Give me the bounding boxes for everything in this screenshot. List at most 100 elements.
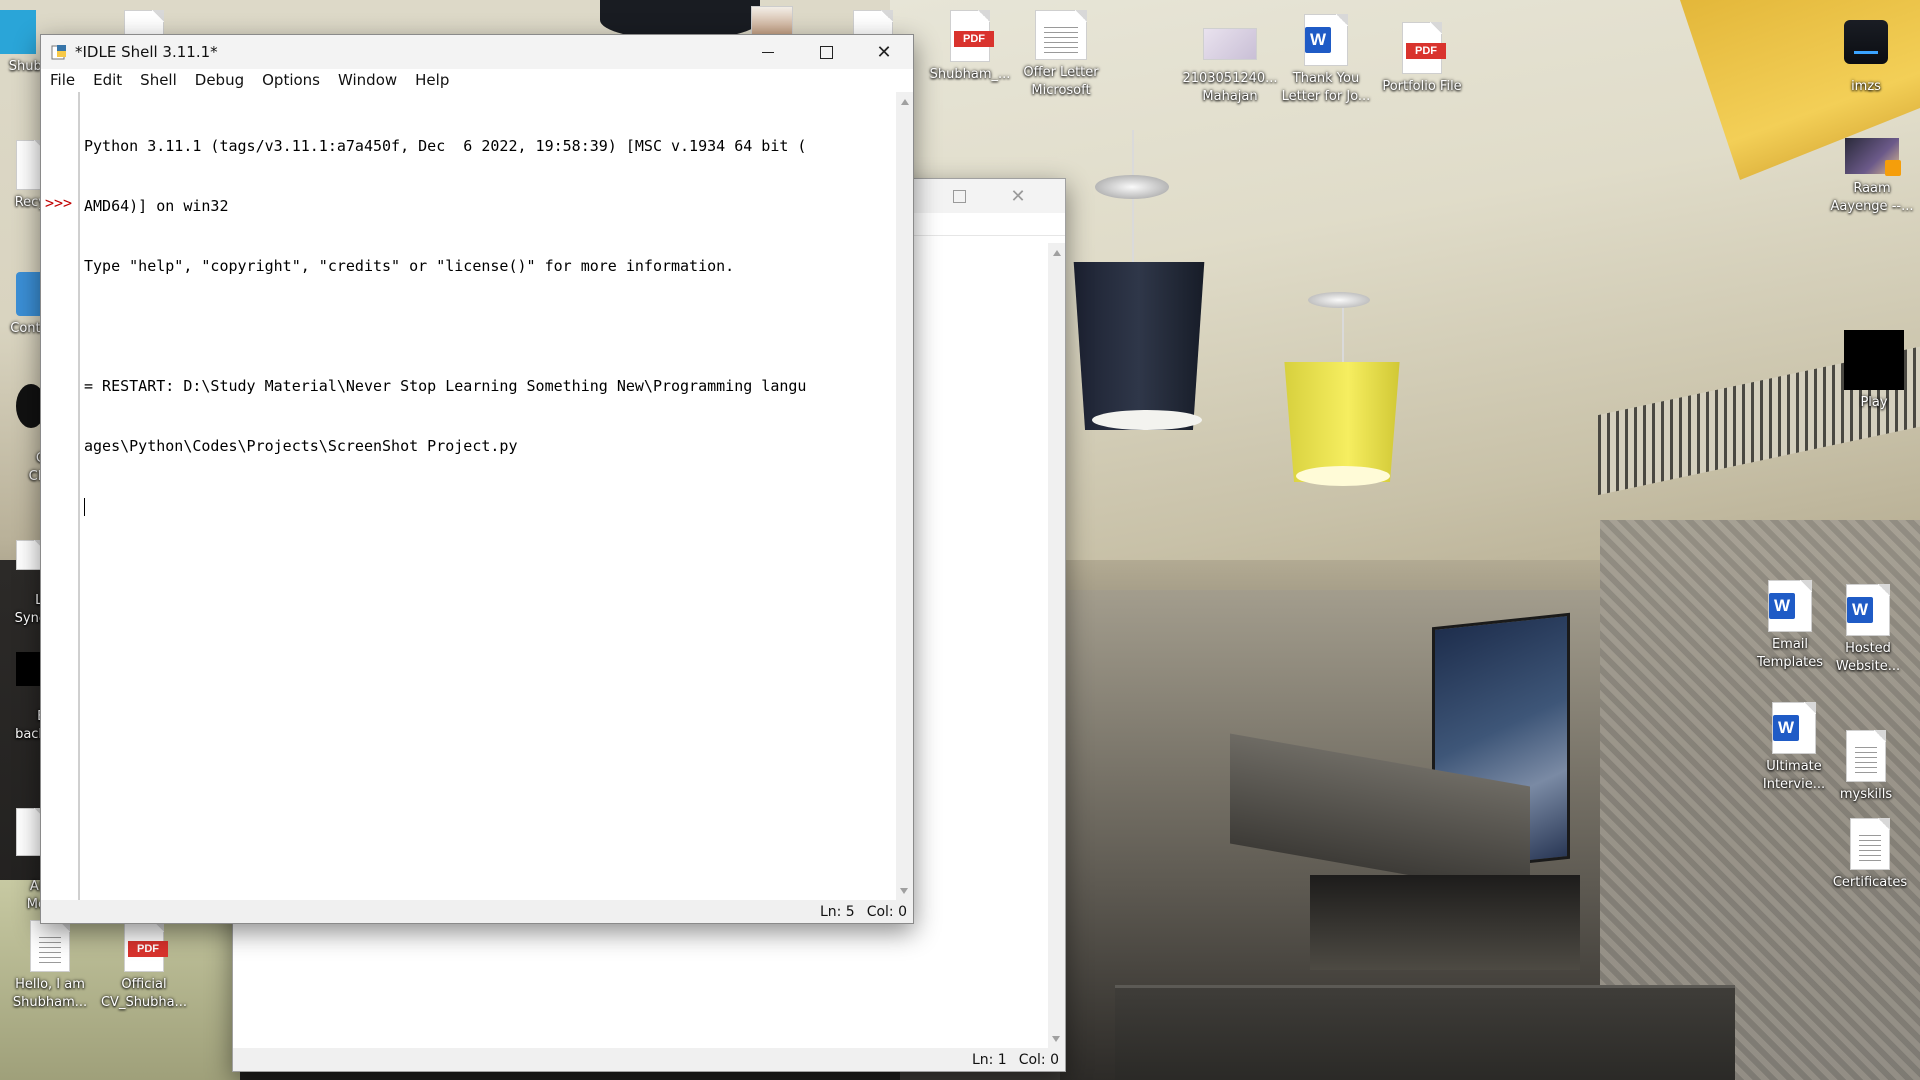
- pdf-badge: PDF: [128, 941, 168, 957]
- text-cursor: [84, 498, 85, 516]
- close-button[interactable]: ✕: [989, 179, 1047, 213]
- document-icon: [1846, 730, 1886, 782]
- wallpaper-yellow-lamp: [1284, 362, 1400, 482]
- idle-shell-window[interactable]: *IDLE Shell 3.11.1* ✕ File Edit Shell De…: [40, 34, 914, 924]
- desktop-icon-thank-you-letter[interactable]: W Thank You Letter for Jo...: [1278, 14, 1374, 106]
- title-bar[interactable]: *IDLE Shell 3.11.1* ✕: [41, 35, 913, 69]
- scroll-down-arrow-icon[interactable]: [1052, 1036, 1060, 1042]
- maximize-button[interactable]: [797, 35, 855, 69]
- desktop-icon-play[interactable]: Play: [1826, 330, 1920, 412]
- desktop-icon-raam-aayenge[interactable]: Raam Aayenge --...: [1824, 138, 1920, 216]
- scroll-down-arrow-icon[interactable]: [900, 888, 908, 894]
- desktop-icon-hello-doc[interactable]: Hello, I am Shubham...: [2, 920, 98, 1012]
- status-line: Ln: 1: [971, 1051, 1007, 1068]
- python-idle-icon: [51, 44, 67, 60]
- menu-help[interactable]: Help: [406, 71, 458, 89]
- word-badge: W: [1773, 715, 1799, 741]
- vertical-scrollbar[interactable]: [1048, 243, 1065, 1048]
- pdf-file-icon: PDF: [950, 10, 994, 62]
- minimize-button[interactable]: [739, 35, 797, 69]
- close-icon: ✕: [1010, 185, 1026, 207]
- menu-options[interactable]: Options: [253, 71, 329, 89]
- desktop-icon-official-cv[interactable]: PDF Official CV_Shubha...: [96, 920, 192, 1012]
- pdf-file-icon: PDF: [124, 920, 168, 972]
- menu-debug[interactable]: Debug: [186, 71, 253, 89]
- pdf-badge: PDF: [954, 31, 994, 47]
- desktop-icon-label: Raam Aayenge --...: [1830, 181, 1914, 214]
- maximize-icon: [819, 45, 833, 59]
- word-document-icon: W: [1768, 580, 1812, 632]
- vertical-scrollbar[interactable]: [896, 92, 913, 900]
- word-document-icon: W: [1846, 584, 1890, 636]
- desktop-icon-portfolio[interactable]: PDF Portfolio File: [1374, 22, 1470, 96]
- desktop-icon-label: Hosted Website...: [1835, 641, 1901, 674]
- word-document-icon: W: [1772, 702, 1816, 754]
- desktop-icon-imzs[interactable]: imzs: [1818, 20, 1914, 96]
- menu-shell[interactable]: Shell: [131, 71, 186, 89]
- desktop-icon-label: Thank You Letter for Jo...: [1281, 71, 1371, 104]
- folder-icon: [0, 10, 36, 54]
- play-app-icon: [1844, 330, 1904, 390]
- wallpaper-dark-lamp-rim: [1092, 410, 1202, 430]
- word-badge: W: [1769, 593, 1795, 619]
- menu-window[interactable]: Window: [329, 71, 406, 89]
- shell-line: Python 3.11.1 (tags/v3.11.1:a7a450f, Dec…: [84, 137, 807, 155]
- desktop-icon-label: imzs: [1851, 79, 1881, 94]
- wallpaper-lamp-cap: [1308, 292, 1370, 308]
- wallpaper-counter: [1310, 875, 1580, 970]
- desktop-icon-label: Shubham_...: [929, 67, 1011, 82]
- wallpaper-dark-lamp: [1073, 262, 1205, 430]
- desktop-icon-label: Hello, I am Shubham...: [12, 977, 88, 1010]
- video-file-icon: [1845, 138, 1901, 176]
- word-badge: W: [1305, 27, 1331, 53]
- shell-line: AMD64)] on win32: [84, 197, 229, 215]
- maximize-icon: [952, 189, 966, 203]
- desktop-icon-hosted-website[interactable]: W Hosted Website...: [1820, 584, 1916, 676]
- window-title: *IDLE Shell 3.11.1*: [75, 43, 218, 61]
- status-bar: Ln: 5 Col: 0: [41, 900, 913, 923]
- shell-line: = RESTART: D:\Study Material\Never Stop …: [84, 377, 807, 395]
- maximize-button[interactable]: [930, 179, 988, 213]
- scroll-up-arrow-icon[interactable]: [1052, 250, 1061, 256]
- menu-edit[interactable]: Edit: [84, 71, 131, 89]
- drive-icon: [1844, 20, 1888, 64]
- minimize-icon: [762, 51, 774, 53]
- desktop-icon-certificates[interactable]: Certificates: [1822, 818, 1918, 892]
- shell-text-area[interactable]: Python 3.11.1 (tags/v3.11.1:a7a450f, Dec…: [79, 92, 896, 900]
- status-column: Col: 0: [866, 903, 907, 920]
- desktop-icon-label: Offer Letter Microsoft: [1023, 65, 1099, 98]
- desktop-icon-label: Portfolio File: [1382, 79, 1462, 94]
- desktop-icon-label: 2103051240... Mahajan: [1182, 71, 1278, 104]
- shell-output: Python 3.11.1 (tags/v3.11.1:a7a450f, Dec…: [80, 92, 896, 556]
- wallpaper-lamp-cap: [1095, 175, 1169, 199]
- menu-bar: File Edit Shell Debug Options Window Hel…: [41, 69, 913, 91]
- desktop-icon-offer-letter[interactable]: Offer Letter Microsoft: [1013, 10, 1109, 100]
- pdf-badge: PDF: [1406, 43, 1446, 59]
- image-file-icon: [1203, 28, 1257, 60]
- shell-line: Type "help", "copyright", "credits" or "…: [84, 257, 735, 275]
- wallpaper-lamp-wire: [1342, 300, 1344, 365]
- status-column: Col: 0: [1018, 1051, 1059, 1068]
- wallpaper-yellow-lamp-rim: [1296, 466, 1390, 486]
- desktop-icon-label: Official CV_Shubha...: [100, 977, 188, 1010]
- shell-line: ages\Python\Codes\Projects\ScreenShot Pr…: [84, 437, 518, 455]
- status-bar: Ln: 1 Col: 0: [233, 1048, 1065, 1071]
- shell-prompt: >>>: [45, 194, 73, 212]
- desktop-icon-label: Play: [1860, 395, 1888, 410]
- document-icon: [1035, 10, 1087, 60]
- desktop-icon-myskills[interactable]: myskills: [1818, 730, 1914, 804]
- status-line: Ln: 5: [819, 903, 855, 920]
- desktop-icon-image-mahajan[interactable]: 2103051240... Mahajan: [1182, 28, 1278, 106]
- scroll-up-arrow-icon[interactable]: [900, 99, 909, 105]
- shell-sidebar: >>>: [41, 92, 79, 900]
- desktop-icon-shubham-pdf[interactable]: PDF Shubham_...: [922, 10, 1018, 84]
- desktop-icon-label: Certificates: [1832, 875, 1908, 890]
- close-icon: ✕: [876, 41, 892, 63]
- pdf-file-icon: PDF: [1402, 22, 1446, 74]
- document-icon: [1850, 818, 1890, 870]
- desktop-icon-label: myskills: [1839, 787, 1893, 802]
- menu-file[interactable]: File: [41, 71, 84, 89]
- close-button[interactable]: ✕: [855, 35, 913, 69]
- word-badge: W: [1847, 597, 1873, 623]
